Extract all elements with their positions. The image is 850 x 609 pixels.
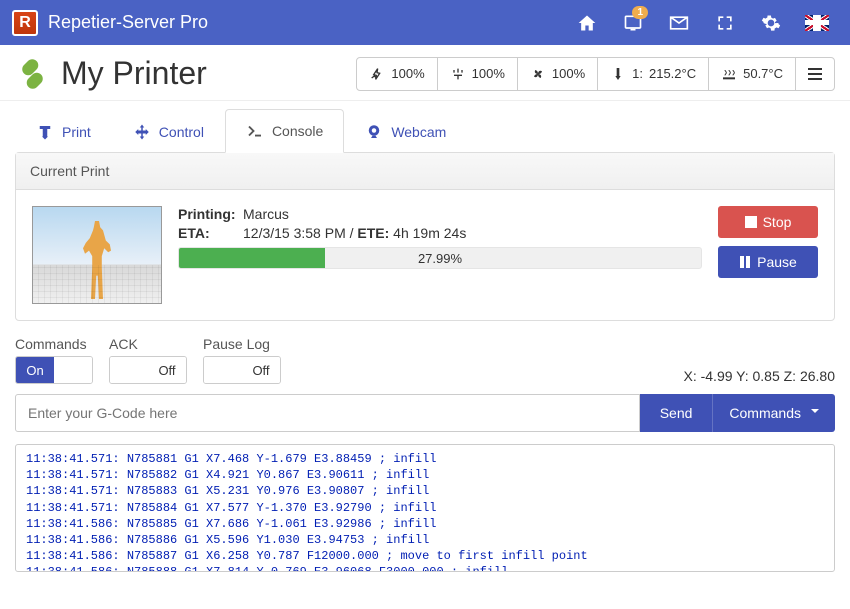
ack-toggle[interactable]: Off (109, 356, 187, 384)
header-row: My Printer 100% 100% 100% 1: 215.2°C 50.… (0, 45, 850, 101)
ete-value: 4h 19m 24s (389, 225, 466, 241)
gcode-input-row: Send Commands (15, 394, 835, 432)
commands-toggle-label: Commands (15, 336, 93, 352)
bed-temp[interactable]: 50.7°C (709, 58, 796, 90)
console-output[interactable]: 11:38:41.571: N785881 G1 X7.468 Y-1.679 … (15, 444, 835, 572)
printer-name: My Printer (61, 55, 207, 92)
eta-label: ETA: (178, 225, 243, 241)
eta-value: 12/3/15 3:58 PM / (243, 225, 357, 241)
app-title: Repetier-Server Pro (48, 12, 208, 33)
gcode-input[interactable] (15, 394, 640, 432)
tab-print[interactable]: Print (15, 109, 112, 153)
console-line: 11:38:41.571: N785884 G1 X7.577 Y-1.370 … (26, 500, 824, 516)
top-icons: 1 (566, 0, 838, 45)
speed-status[interactable]: 100% (357, 58, 437, 90)
current-print-panel: Current Print Printing: Marcus ETA: 12/3… (15, 152, 835, 321)
console-line: 11:38:41.571: N785883 G1 X5.231 Y0.976 E… (26, 483, 824, 499)
job-name: Marcus (243, 206, 289, 222)
print-preview (32, 206, 162, 304)
commands-dropdown[interactable]: Commands (712, 394, 835, 432)
topbar: R Repetier-Server Pro 1 (0, 0, 850, 45)
progress-text: 27.99% (179, 248, 701, 268)
ack-toggle-label: ACK (109, 336, 187, 352)
tab-webcam[interactable]: Webcam (344, 109, 467, 153)
connection-icon (15, 56, 51, 92)
console-line: 11:38:41.586: N785888 G1 X7.814 Y-0.769 … (26, 564, 824, 572)
console-controls: Commands On ACK Off Pause Log Off X: -4.… (0, 336, 850, 394)
console-line: 11:38:41.571: N785882 G1 X4.921 Y0.867 E… (26, 467, 824, 483)
printing-label: Printing: (178, 206, 243, 222)
notification-badge: 1 (632, 6, 648, 19)
print-info: Printing: Marcus ETA: 12/3/15 3:58 PM / … (178, 206, 702, 269)
language-flag[interactable] (796, 0, 838, 45)
send-button[interactable]: Send (640, 394, 713, 432)
home-icon[interactable] (566, 0, 608, 45)
mail-icon[interactable] (658, 0, 700, 45)
tab-control[interactable]: Control (112, 109, 225, 153)
commands-toggle[interactable]: On (15, 356, 93, 384)
stop-button[interactable]: Stop (718, 206, 818, 238)
app-logo: R (12, 10, 38, 36)
ete-label: ETE: (357, 225, 389, 241)
console-line: 11:38:41.586: N785886 G1 X5.596 Y1.030 E… (26, 532, 824, 548)
tabs: Print Control Console Webcam (0, 101, 850, 153)
pauselog-toggle-label: Pause Log (203, 336, 281, 352)
console-line: 11:38:41.586: N785887 G1 X6.258 Y0.787 F… (26, 548, 824, 564)
device-icon[interactable]: 1 (612, 0, 654, 45)
gear-icon[interactable] (750, 0, 792, 45)
fullscreen-icon[interactable] (704, 0, 746, 45)
menu-icon (808, 68, 822, 80)
tab-console[interactable]: Console (225, 109, 344, 153)
console-line: 11:38:41.586: N785885 G1 X7.686 Y-1.061 … (26, 516, 824, 532)
extruder-temp[interactable]: 1: 215.2°C (598, 58, 709, 90)
menu-button[interactable] (796, 58, 834, 90)
progress-bar: 27.99% (178, 247, 702, 269)
status-group: 100% 100% 100% 1: 215.2°C 50.7°C (356, 57, 835, 91)
panel-header: Current Print (16, 153, 834, 190)
coordinates: X: -4.99 Y: 0.85 Z: 26.80 (683, 368, 835, 384)
fan-status[interactable]: 100% (518, 58, 598, 90)
flow-status[interactable]: 100% (438, 58, 518, 90)
pauselog-toggle[interactable]: Off (203, 356, 281, 384)
console-line: 11:38:41.571: N785881 G1 X7.468 Y-1.679 … (26, 451, 824, 467)
pause-button[interactable]: Pause (718, 246, 818, 278)
